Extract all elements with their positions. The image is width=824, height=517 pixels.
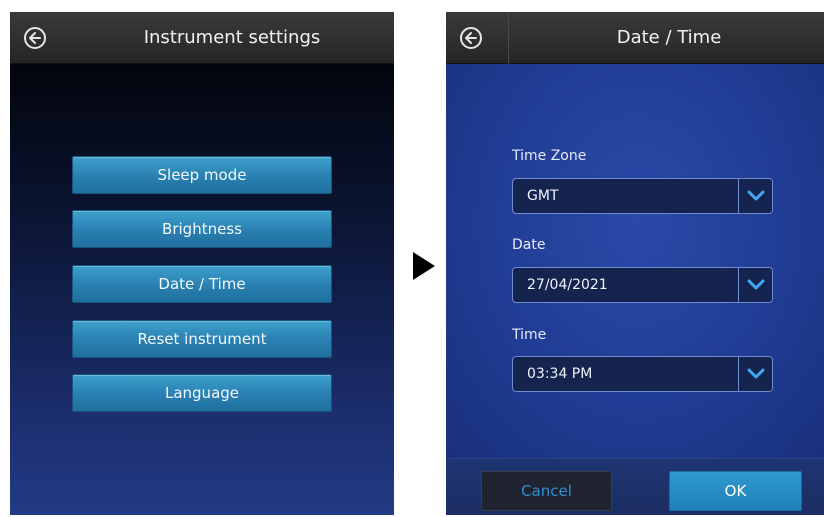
time-zone-value: GMT [527,188,559,204]
title-bar: Instrument settings [10,12,394,64]
back-button[interactable] [24,27,46,49]
back-arrow-icon [29,32,41,44]
time-zone-dropdown-toggle[interactable] [738,179,772,213]
instrument-settings-screen: Instrument settings Sleep mode Brightnes… [10,12,394,515]
brightness-button[interactable]: Brightness [72,210,332,248]
date-time-button[interactable]: Date / Time [72,265,332,303]
date-value: 27/04/2021 [527,277,608,293]
action-bar: Cancel OK [446,458,824,515]
ok-button[interactable]: OK [669,471,802,511]
chevron-down-icon [747,368,765,379]
back-arrow-icon [465,32,477,44]
play-triangle-icon [413,252,435,280]
reset-instrument-button[interactable]: Reset instrument [72,320,332,358]
date-label: Date [512,237,546,253]
page-title: Instrument settings [143,27,321,48]
time-value: 03:34 PM [527,366,593,382]
chevron-down-icon [747,190,765,201]
settings-menu: Sleep mode Brightness Date / Time Reset … [10,64,394,515]
time-zone-dropdown[interactable]: GMT [512,178,773,214]
date-time-form: Time Zone GMT Date 27/04/2021 Time 03:34… [446,64,824,458]
title-bar: Date / Time [446,12,824,64]
date-dropdown[interactable]: 27/04/2021 [512,267,773,303]
time-dropdown-toggle[interactable] [738,357,772,391]
sleep-mode-button[interactable]: Sleep mode [72,156,332,194]
time-dropdown[interactable]: 03:34 PM [512,356,773,392]
cancel-button[interactable]: Cancel [481,471,612,511]
back-button[interactable] [460,27,482,49]
date-dropdown-toggle[interactable] [738,268,772,302]
time-zone-label: Time Zone [512,148,587,164]
time-label: Time [512,327,547,343]
page-title: Date / Time [616,27,722,48]
chevron-down-icon [747,279,765,290]
date-time-screen: Date / Time Time Zone GMT Date 27/04/202… [446,12,824,515]
language-button[interactable]: Language [72,374,332,412]
